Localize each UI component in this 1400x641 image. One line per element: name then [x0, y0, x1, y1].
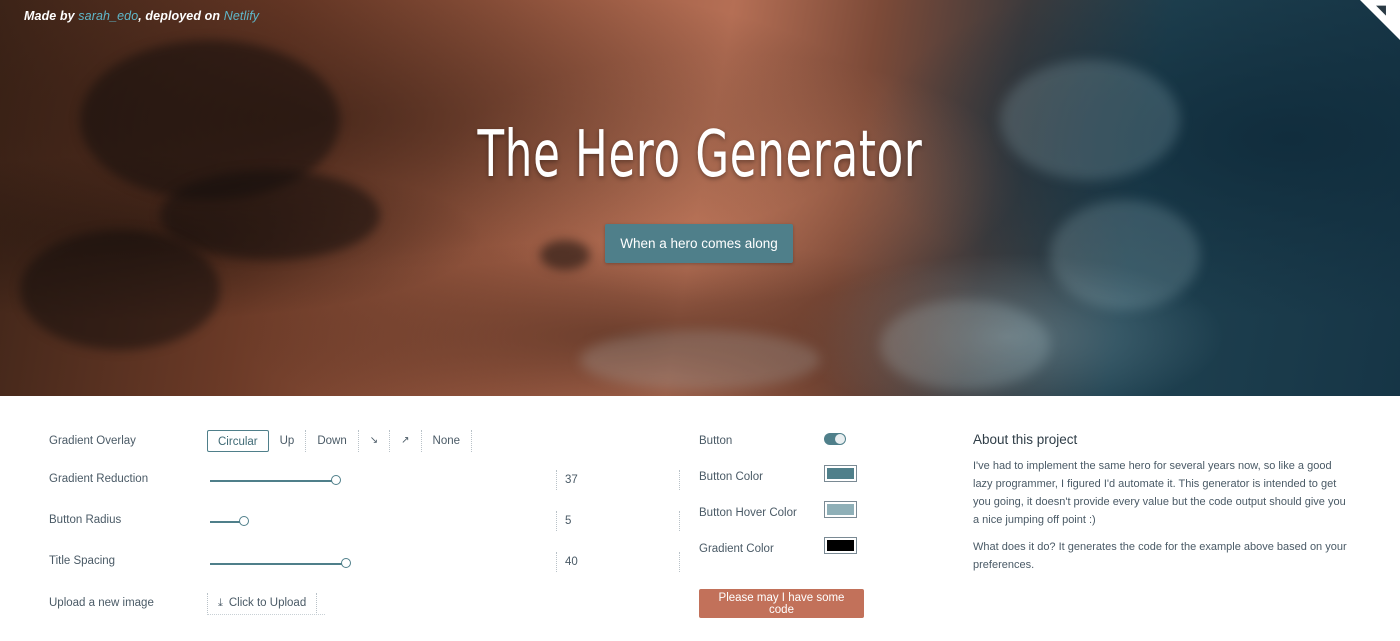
slider-thumb[interactable]	[330, 475, 341, 485]
gradient-option-none[interactable]: None	[422, 430, 473, 452]
credit-made-by: Made by	[24, 9, 79, 23]
divider	[679, 511, 681, 531]
gradient-overlay-selector: Circular Up Down ↘ ↗ None	[207, 430, 473, 452]
gradient-option-diagonal-down[interactable]: ↘	[359, 430, 391, 452]
gradient-option-down[interactable]: Down	[306, 430, 359, 452]
button-hover-color-picker[interactable]	[824, 501, 857, 518]
slider-track	[210, 563, 346, 565]
slider-track	[210, 480, 336, 482]
divider	[679, 470, 681, 490]
gradient-reduction-value[interactable]: 37	[556, 470, 592, 490]
upload-icon: ⤓	[218, 596, 223, 609]
button-hover-color-swatch	[827, 504, 854, 515]
hero-texture	[1050, 200, 1200, 310]
hero-texture	[20, 230, 220, 350]
divider	[679, 552, 681, 572]
upload-underline	[207, 614, 325, 615]
toggle-knob	[835, 434, 845, 444]
title-spacing-label: Title Spacing	[49, 555, 116, 567]
button-color-label: Button Color	[699, 471, 763, 483]
hero-texture	[580, 330, 820, 390]
upload-button-label: Click to Upload	[228, 597, 307, 609]
credit-line: Made by sarah_edo, deployed on Netlify	[24, 9, 259, 23]
button-radius-value[interactable]: 5	[556, 511, 592, 531]
button-color-picker[interactable]	[824, 465, 857, 482]
button-toggle[interactable]	[824, 433, 846, 445]
button-radius-slider[interactable]	[210, 515, 550, 529]
gradient-reduction-label: Gradient Reduction	[49, 473, 149, 485]
button-radius-label: Button Radius	[49, 514, 122, 526]
author-link[interactable]: sarah_edo	[78, 9, 138, 23]
upload-label: Upload a new image	[49, 597, 154, 609]
slider-thumb[interactable]	[239, 516, 249, 526]
gradient-color-swatch	[827, 540, 854, 551]
about-paragraph-1: I've had to implement the same hero for …	[973, 460, 1346, 526]
gradient-color-label: Gradient Color	[699, 543, 774, 555]
gradient-color-picker[interactable]	[824, 537, 857, 554]
gradient-reduction-slider[interactable]	[210, 474, 550, 488]
gradient-option-diagonal-up[interactable]: ↗	[390, 430, 422, 452]
button-hover-color-label: Button Hover Color	[699, 507, 797, 519]
netlify-link[interactable]: Netlify	[224, 9, 259, 23]
credit-deployed: , deployed on	[138, 9, 224, 23]
title-spacing-value[interactable]: 40	[556, 552, 592, 572]
about-title: About this project	[973, 432, 1078, 447]
about-paragraph-2: What does it do? It generates the code f…	[973, 541, 1347, 571]
hero-texture	[540, 240, 590, 270]
gradient-overlay-label: Gradient Overlay	[49, 435, 136, 447]
button-color-swatch	[827, 468, 854, 479]
slider-thumb[interactable]	[341, 558, 351, 568]
hero-button[interactable]: When a hero comes along	[605, 224, 793, 263]
get-code-button[interactable]: Please may I have some code	[699, 589, 864, 618]
hero-section: Made by sarah_edo, deployed on Netlify ◥…	[0, 0, 1400, 396]
upload-button[interactable]: ⤓ Click to Upload	[207, 593, 318, 613]
gradient-option-up[interactable]: Up	[269, 430, 307, 452]
title-spacing-slider[interactable]	[210, 557, 550, 571]
button-toggle-label: Button	[699, 435, 733, 447]
gradient-option-circular[interactable]: Circular	[207, 430, 269, 452]
hero-title: The Hero Generator	[477, 118, 923, 192]
hero-texture	[880, 300, 1050, 390]
github-corner-icon[interactable]: ◥	[1376, 3, 1392, 19]
